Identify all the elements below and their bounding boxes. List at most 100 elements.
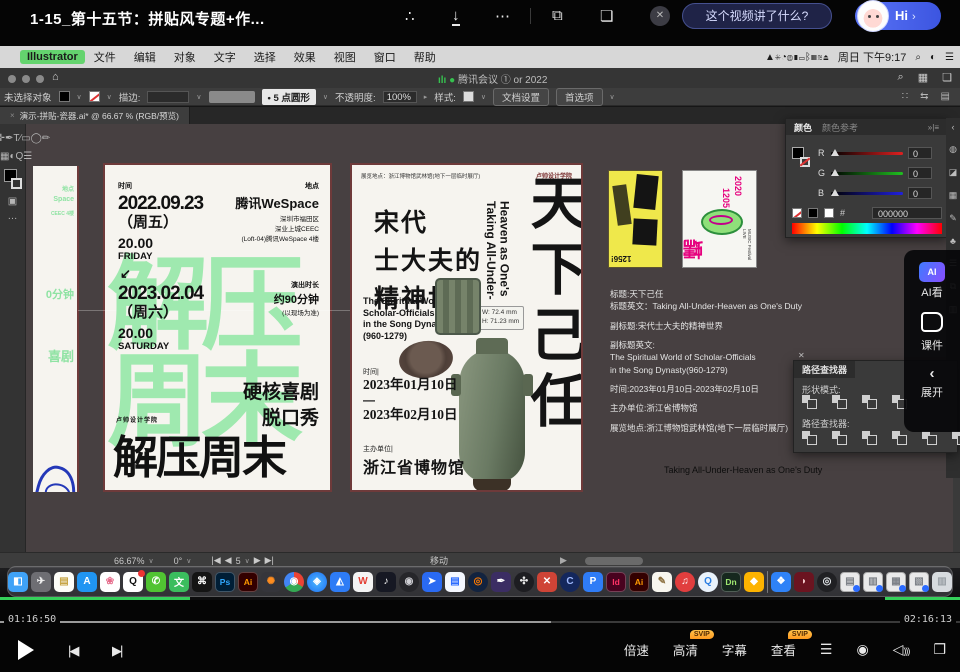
snapshot-icon[interactable]: ❏ [600,7,613,25]
next-button[interactable]: ▶| [112,643,121,659]
minus-front-button[interactable] [832,395,849,409]
dock-c4d[interactable]: C [560,572,580,592]
dock-illustrator[interactable]: Ai [238,572,258,592]
menu-item[interactable]: 文字 [205,52,245,64]
dock-input[interactable]: 文 [169,572,189,592]
opacity-input[interactable]: 100% [383,91,417,103]
dock-appstore[interactable]: A [77,572,97,592]
arrange-icon[interactable]: ∷ [902,91,908,102]
collapse-panels-icon[interactable]: ‹ [952,122,955,132]
volume-icon[interactable]: ◁))) [893,641,910,658]
dock-wheel[interactable]: ◉ [399,572,419,592]
dock-qq[interactable]: Q [123,572,143,592]
more-icon[interactable]: ⋯ [495,7,510,25]
dock-launchpad[interactable]: ✈ [31,572,51,592]
dock-dark-red[interactable]: ◗ [794,572,814,592]
bronze-vase-image[interactable] [459,350,525,482]
ai-question-input[interactable]: 这个视频讲了什么? [682,3,832,29]
swap-icon[interactable]: ⇆ [920,91,928,102]
minus-back-button[interactable] [952,431,960,445]
panel-icon[interactable]: ▤ [941,91,950,102]
share-icon[interactable]: ∴ [405,7,415,25]
intersect-button[interactable] [862,395,879,409]
white-swatch[interactable] [824,208,834,218]
reference-poster-yellow[interactable]: 1256! [608,170,663,268]
subtitle-button[interactable]: 字幕 [722,640,747,659]
menu-item[interactable]: 窗口 [365,52,405,64]
dock-bird[interactable]: ❖ [771,572,791,592]
panel-menu-icon[interactable]: »|≡ [928,123,939,132]
stroke-swatch[interactable] [89,91,100,102]
symbols-icon[interactable]: ♣ [950,236,956,246]
outline-button[interactable] [922,431,939,445]
swatches-icon[interactable]: ▦ [949,190,958,201]
unite-button[interactable] [802,395,819,409]
notification-icon[interactable]: ☰ [945,52,954,63]
first-artboard-icon[interactable]: |◀ [211,555,220,566]
prev-artboard-icon[interactable]: ◀ [225,555,232,566]
blend-tool[interactable]: ☰ [23,151,32,162]
dock-indesign[interactable]: Id [606,572,626,592]
pathfinder-tab[interactable]: 路径查找器 [794,361,855,378]
fill-swatch[interactable] [59,91,70,102]
reference-poster-magenta[interactable]: 2020 1205 MUSIC Festival LIVE 蠕 [682,170,757,268]
dock-blender[interactable]: ✺ [261,572,281,592]
dock-quicktime[interactable]: Q [698,572,718,592]
black-swatch[interactable] [808,208,818,218]
dock-aperture[interactable]: ✣ [514,572,534,592]
menu-item[interactable]: 对象 [165,52,205,64]
rectangle-tool[interactable]: ▭ [21,133,30,144]
window-minimize-button[interactable] [22,75,30,83]
fill-stroke-indicator[interactable] [4,169,22,189]
dock-sketch[interactable]: ◆ [744,572,764,592]
dock-wechat[interactable]: ✆ [146,572,166,592]
dock-douyin[interactable]: ♪ [376,572,396,592]
dock-window-2[interactable]: ▥ [863,572,883,592]
menu-item[interactable]: 文件 [85,52,125,64]
draw-mode-icon[interactable]: ▣ [2,194,24,209]
speed-button[interactable]: 倍速 [624,640,649,659]
stroke-weight-input[interactable] [147,91,189,103]
pencil-tool[interactable]: ✏ [42,133,50,144]
window-zoom-button[interactable] [36,75,44,83]
dock-window-4[interactable]: ▧ [909,572,929,592]
record-icon[interactable]: ◉ [856,641,868,658]
dock-finder[interactable]: ◧ [8,572,28,592]
menu-item[interactable]: 编辑 [125,52,165,64]
panel-close-icon[interactable]: ✕ [798,351,805,360]
artboard-number[interactable]: 5 [236,556,241,566]
divide-button[interactable] [802,431,819,445]
dock-p-app[interactable]: P [583,572,603,592]
r-value[interactable]: 0 [908,147,932,159]
eject-icon[interactable]: ⏏ [823,52,829,63]
mountain-icon[interactable]: ▲ [765,52,775,63]
arrange-docs-icon[interactable]: ▦ [918,71,928,84]
previous-button[interactable]: |◀ [68,643,77,659]
style-swatch[interactable] [463,91,474,102]
dock-cursor-app[interactable]: ➤ [422,572,442,592]
g-value[interactable]: 0 [908,167,932,179]
horizontal-scrollbar[interactable] [585,557,643,565]
g-slider[interactable] [831,172,903,175]
dock-netease-music[interactable]: ♫ [675,572,695,592]
dock-window-3[interactable]: ▦ [886,572,906,592]
window-close-button[interactable] [8,75,16,83]
pip-icon[interactable]: ⧉ [552,7,563,24]
dock-dimension[interactable]: Dn [721,572,741,592]
ellipse-tool[interactable]: ◯ [31,133,42,144]
view-button[interactable]: SVIP 查看 [771,640,796,659]
spotlight-icon[interactable]: ⌕ [915,52,921,63]
fullscreen-icon[interactable]: ❒ [933,641,946,658]
dock-xmind[interactable]: ✕ [537,572,557,592]
merge-button[interactable] [862,431,879,445]
fill-stroke-mini[interactable] [792,147,810,167]
ai-watch-button[interactable]: AI AI看 [904,262,960,300]
brush-select[interactable]: • 5 点圆形 [262,89,316,105]
menu-item[interactable]: 帮助 [405,52,445,64]
screen-mode-icon[interactable]: … [2,209,24,224]
download-icon[interactable]: ↓ [452,7,460,24]
spectrum-bar[interactable] [792,223,942,234]
play-button[interactable] [18,640,34,660]
dock-separator[interactable] [767,571,768,593]
bronze-vessel-image[interactable] [435,278,481,335]
